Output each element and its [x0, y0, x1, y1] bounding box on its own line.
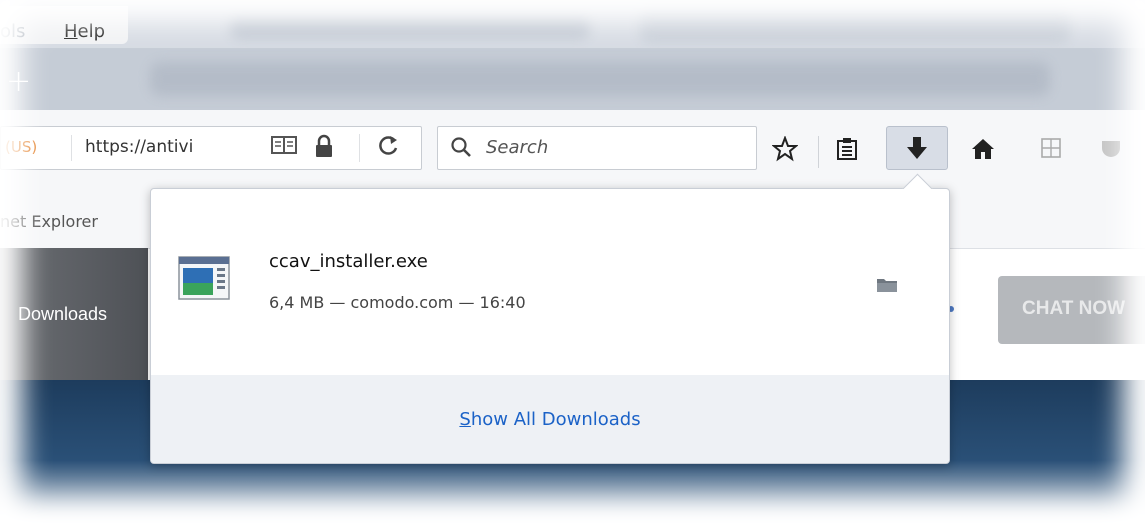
- tab-strip: [0, 48, 1145, 110]
- menu-tools[interactable]: ols: [0, 21, 25, 42]
- show-all-accesskey: S: [459, 409, 471, 430]
- download-status: 6,4 MB — comodo.com — 16:40: [269, 293, 526, 312]
- toolbar-divider: [818, 136, 819, 168]
- blurred-menu-area: [230, 16, 590, 38]
- downloads-nav-label: Downloads: [18, 304, 108, 324]
- chat-now-button[interactable]: CHAT NOW: [998, 276, 1145, 344]
- folder-icon[interactable]: [875, 275, 901, 295]
- home-icon[interactable]: [966, 136, 1000, 166]
- menu-help-rest: elp: [77, 21, 106, 42]
- new-tab-button[interactable]: +: [6, 64, 31, 99]
- search-placeholder: Search: [486, 137, 549, 158]
- url-divider-2: [359, 134, 360, 162]
- navigation-toolbar: (US) https://antivi Search: [0, 110, 1145, 197]
- url-text[interactable]: https://antivi: [85, 137, 193, 157]
- blurred-tabs: [150, 62, 1050, 96]
- bookmark-star-icon[interactable]: [768, 135, 802, 166]
- reload-icon[interactable]: [378, 133, 400, 163]
- downloads-panel: ccav_installer.exe 6,4 MB — comodo.com —…: [150, 173, 950, 464]
- download-item[interactable]: ccav_installer.exe 6,4 MB — comodo.com —…: [151, 189, 949, 376]
- downloads-panel-footer: Show All Downloads: [151, 375, 949, 463]
- reader-view-icon[interactable]: [271, 134, 297, 161]
- pocket-icon[interactable]: [1094, 136, 1128, 166]
- exe-file-icon: [177, 255, 231, 301]
- menu-tab-area: ols Help: [0, 6, 128, 44]
- show-all-downloads-link[interactable]: Show All Downloads: [151, 409, 949, 430]
- download-arrow-icon: [905, 135, 929, 165]
- show-all-rest: how All Downloads: [470, 409, 641, 430]
- downloads-button[interactable]: [886, 126, 948, 170]
- downloads-nav-tab[interactable]: Downloads: [0, 248, 148, 380]
- lock-icon[interactable]: [314, 134, 334, 163]
- menu-help-accesskey: H: [64, 21, 78, 42]
- menu-bar: ols Help: [0, 0, 1145, 48]
- chat-now-label: CHAT NOW: [1022, 298, 1126, 319]
- url-divider: [71, 135, 72, 161]
- site-identity-label[interactable]: (US): [5, 138, 37, 156]
- windows-icon[interactable]: [1034, 136, 1068, 166]
- url-bar[interactable]: (US) https://antivi: [0, 126, 422, 170]
- reading-list-icon[interactable]: [830, 136, 864, 166]
- browser-window: ols Help + (US) https://antivi Search ne…: [0, 0, 1145, 526]
- bookmark-item[interactable]: net Explorer: [0, 212, 98, 231]
- search-bar[interactable]: Search: [437, 126, 757, 170]
- blurred-menu-area-2: [640, 8, 1070, 42]
- download-file-name: ccav_installer.exe: [269, 251, 428, 272]
- menu-help[interactable]: Help: [64, 21, 105, 42]
- search-icon: [450, 136, 472, 158]
